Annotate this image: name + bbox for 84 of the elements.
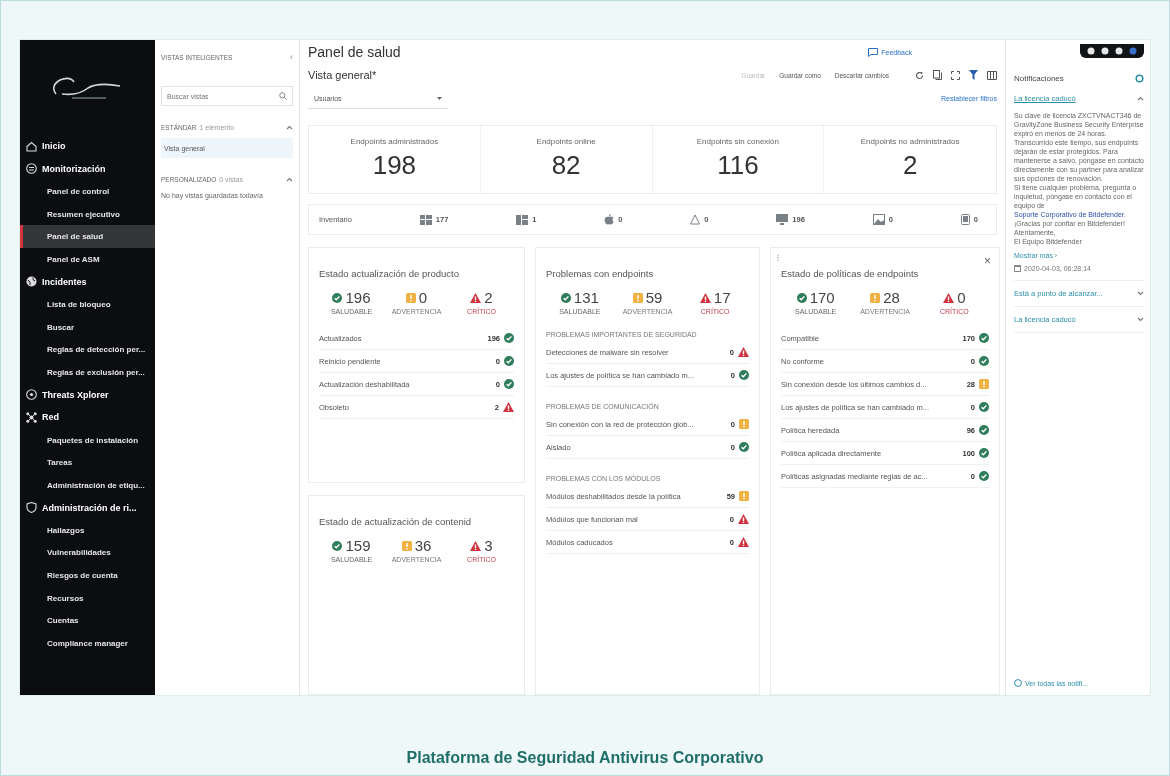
summary-value: 3	[484, 537, 493, 554]
sidebar-item[interactable]: Lista de bloqueo	[20, 293, 155, 316]
figure-caption: Plataforma de Seguridad Antivirus Corporativo	[406, 749, 764, 766]
summary-value: 36	[414, 537, 432, 554]
sidebar-item[interactable]: Administración de ri...	[20, 496, 155, 520]
sidebar-item[interactable]: Paquetes de instalación	[20, 428, 155, 452]
sidebar-item[interactable]: Riesgos de cuenta	[20, 564, 155, 587]
sidebar-item[interactable]: Threats Xplorer	[20, 383, 155, 407]
circle-icon[interactable]	[1115, 47, 1123, 55]
sidebar-item[interactable]: Panel de control	[20, 180, 155, 203]
caret-icon	[437, 96, 442, 100]
monitor-icon	[776, 214, 789, 226]
stat-value: 198	[372, 150, 417, 182]
summary-value: 0	[957, 289, 966, 306]
network-icon	[26, 411, 37, 423]
panel-title: Notificaciones	[1014, 73, 1064, 83]
summary-value: 159	[345, 537, 371, 554]
grid-icon	[419, 214, 432, 225]
triangle-icon	[690, 214, 701, 226]
server-icon	[516, 214, 529, 225]
card-title: Problemas con endpoints	[546, 268, 655, 279]
chevron-icon[interactable]	[1137, 317, 1144, 322]
sidebar-item[interactable]: Panel de ASM	[20, 247, 155, 271]
stat-label: Endpoints no administrados	[860, 137, 960, 147]
sidebar-item[interactable]: Buscar	[20, 315, 155, 339]
sidebar-item[interactable]: Recursos	[20, 586, 155, 610]
summary-value: 17	[713, 289, 731, 306]
sidebar-item[interactable]: Inicio	[20, 135, 155, 158]
tablet-icon	[960, 214, 970, 226]
calendar-icon	[1014, 265, 1021, 272]
sidebar-item[interactable]: Reglas de detección per...	[20, 338, 155, 361]
globe-icon	[26, 276, 37, 288]
close-button[interactable]: ×	[984, 254, 991, 268]
sidebar-item[interactable]: Reglas de exclusión per...	[20, 360, 155, 384]
house-icon	[26, 140, 37, 152]
page-title: Panel de salud	[308, 44, 401, 61]
stat-value: 82	[551, 150, 581, 182]
circle-icon[interactable]	[1101, 47, 1109, 55]
summary-value: 196	[345, 289, 371, 306]
chat-bubble-icon	[868, 47, 879, 57]
summary-value: 0	[418, 289, 428, 306]
sidebar-item[interactable]: Administración de etiqu...	[20, 473, 155, 497]
card-title: Estado actualización de producto	[319, 268, 460, 279]
stat-value: 116	[717, 150, 759, 182]
sidebar-item[interactable]: Incidentes	[20, 270, 155, 294]
chevron-icon[interactable]	[286, 176, 293, 182]
summary-value: 131	[573, 289, 599, 306]
refresh-icon[interactable]	[915, 70, 924, 80]
sidebar-item[interactable]: Tareas	[20, 451, 155, 474]
gauge-icon	[26, 163, 37, 175]
target-icon	[26, 389, 37, 401]
filter-icon[interactable]	[969, 70, 978, 81]
stat-label: Endpoints sin conexión	[696, 137, 779, 147]
card-title: Estado de políticas de endpoints	[781, 268, 920, 279]
sidebar-item[interactable]: Red	[20, 406, 155, 429]
sidebar-item[interactable]: Monitorización	[20, 157, 155, 181]
summary-value: 59	[645, 289, 663, 306]
search-icon	[279, 92, 287, 100]
sidebar-item[interactable]: Vulnerabilidades	[20, 541, 155, 565]
summary-value: 170	[809, 289, 835, 306]
stat-label: Endpoints online	[536, 137, 596, 147]
image-icon	[872, 214, 885, 226]
columns-icon[interactable]	[987, 70, 997, 80]
sidebar-item[interactable]: Panel de salud	[20, 225, 155, 248]
collapse-button[interactable]: ‹	[290, 52, 293, 62]
summary-value: 2	[484, 289, 493, 306]
stat-value: 2	[902, 150, 918, 182]
chevron-icon[interactable]	[1137, 291, 1144, 296]
view-name: Vista general*	[308, 69, 377, 82]
shield-icon	[26, 502, 37, 514]
circle-icon[interactable]	[1087, 47, 1095, 55]
drag-handle-icon[interactable]	[777, 254, 779, 261]
chevron-icon[interactable]	[286, 124, 293, 130]
stat-label: Endpoints administrados	[350, 137, 439, 147]
chevron-icon[interactable]	[1137, 96, 1144, 101]
apple-icon	[604, 214, 615, 226]
sidebar-item[interactable]: Resumen ejecutivo	[20, 202, 155, 226]
summary-value: 28	[883, 289, 900, 306]
sidebar-item[interactable]: Compliance manager	[20, 632, 155, 655]
sidebar-item[interactable]: Hallazgos	[20, 519, 155, 542]
sidebar-item[interactable]: Cuentas	[20, 609, 155, 633]
copy-icon[interactable]	[933, 70, 942, 81]
card-title: Estado de actualización de contenid	[319, 516, 473, 527]
expand-icon[interactable]	[951, 70, 960, 80]
